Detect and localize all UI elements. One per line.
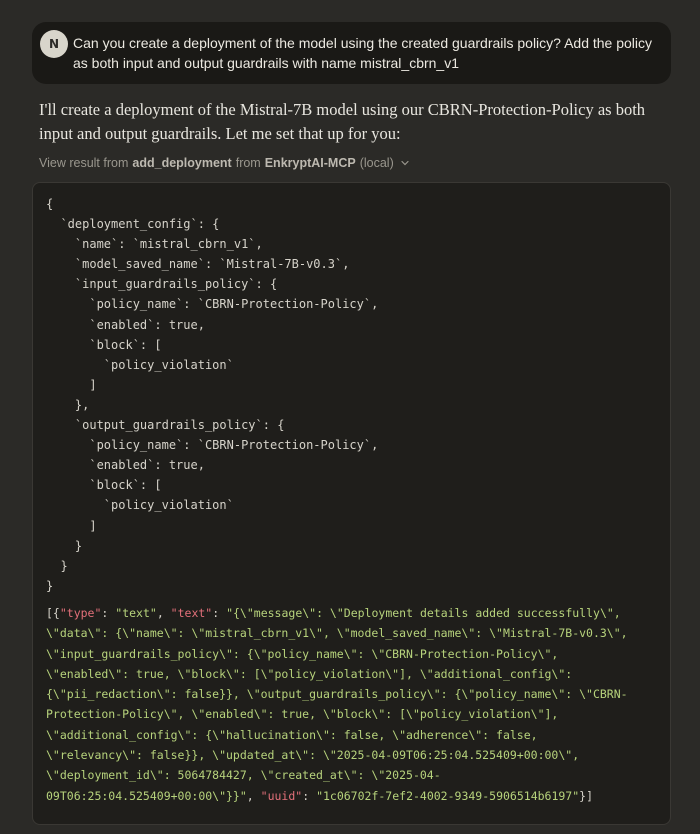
tool-from-word: from [235, 156, 261, 170]
code-line: `enabled`: true, [46, 458, 205, 473]
code-line: `deployment_config`: { [46, 217, 220, 232]
code-line: }, [46, 397, 90, 412]
user-message-text: Can you create a deployment of the model… [73, 35, 653, 71]
raw-comma: , [246, 788, 261, 803]
code-line: `name`: `mistral_cbrn_v1`, [46, 237, 263, 252]
raw-value-line: \"enabled\": true, \"block\": [\"policy_… [46, 666, 573, 681]
code-line: `policy_violation` [46, 357, 234, 372]
raw-value-line: {\"pii_redaction\": false}}, \"output_gu… [46, 687, 628, 702]
user-avatar: N [40, 30, 68, 58]
assistant-reply-text: I'll create a deployment of the Mistral-… [39, 100, 646, 143]
chevron-down-icon[interactable] [400, 158, 410, 168]
raw-value-line: \"data\": {\"name\": \"mistral_cbrn_v1\"… [46, 626, 628, 641]
code-line: `input_guardrails_policy`: { [46, 277, 278, 292]
raw-value-type: "text" [115, 606, 157, 620]
raw-value-text: "{\"message\": \"Deployment details adde… [46, 606, 628, 803]
raw-value-line: \"relevancy\": false}}, \"updated_at\": … [46, 748, 580, 763]
code-line: `policy_name`: `CBRN-Protection-Policy`, [46, 438, 379, 453]
code-line: ] [46, 377, 97, 392]
raw-comma: , [156, 606, 171, 620]
raw-value-line: 09T06:25:04.525409+00:00\"}}" [46, 788, 247, 803]
raw-result-block: [{"type": "text", "text": "{\"message\":… [46, 603, 661, 806]
code-line: ] [46, 518, 97, 533]
tool-result-toggle[interactable]: View result from add_deployment from Enk… [39, 154, 410, 172]
user-message-bubble: N Can you create a deployment of the mod… [32, 22, 671, 84]
code-line: } [46, 578, 54, 593]
tool-name: add_deployment [132, 156, 232, 170]
tool-result-prefix: View result from [39, 156, 129, 170]
code-line: `policy_name`: `CBRN-Protection-Policy`, [46, 297, 379, 312]
raw-open: [{ [46, 606, 60, 620]
code-line: `output_guardrails_policy`: { [46, 418, 285, 433]
raw-value-line: Protection-Policy\", \"enabled\": true, … [46, 707, 559, 722]
code-line: `policy_violation` [46, 498, 234, 513]
code-line: } [46, 538, 83, 553]
code-line: { [46, 197, 54, 211]
server-name: EnkryptAI-MCP [264, 156, 356, 170]
tool-result-panel: { `deployment_config`: { `name`: `mistra… [32, 182, 671, 825]
raw-value-line: \"additional_config\": {\"hallucination\… [46, 727, 538, 742]
code-line: } [46, 558, 68, 573]
raw-value-line: \"input_guardrails_policy\": {\"policy_n… [46, 646, 559, 661]
raw-sep: : [101, 606, 116, 620]
raw-key-type: "type" [59, 606, 102, 620]
raw-close: }] [579, 788, 594, 803]
server-suffix: (local) [359, 156, 394, 170]
request-code-block: { `deployment_config`: { `name`: `mistra… [46, 194, 666, 596]
raw-key-uuid: "uuid" [260, 788, 303, 803]
code-line: `model_saved_name`: `Mistral-7B-v0.3`, [46, 257, 350, 272]
code-line: `enabled`: true, [46, 317, 205, 332]
raw-sep: : [212, 606, 227, 620]
code-line: `block`: [ [46, 337, 162, 352]
raw-key-text: "text" [170, 606, 213, 620]
raw-value-line: "{\"message\": \"Deployment details adde… [226, 606, 621, 620]
raw-sep: : [302, 788, 317, 803]
raw-value-line: \"deployment_id\": 5064784427, \"created… [46, 768, 441, 783]
raw-value-uuid: "1c06702f-7ef2-4002-9349-5906514b6197" [316, 788, 580, 803]
code-line: `block`: [ [46, 478, 162, 493]
